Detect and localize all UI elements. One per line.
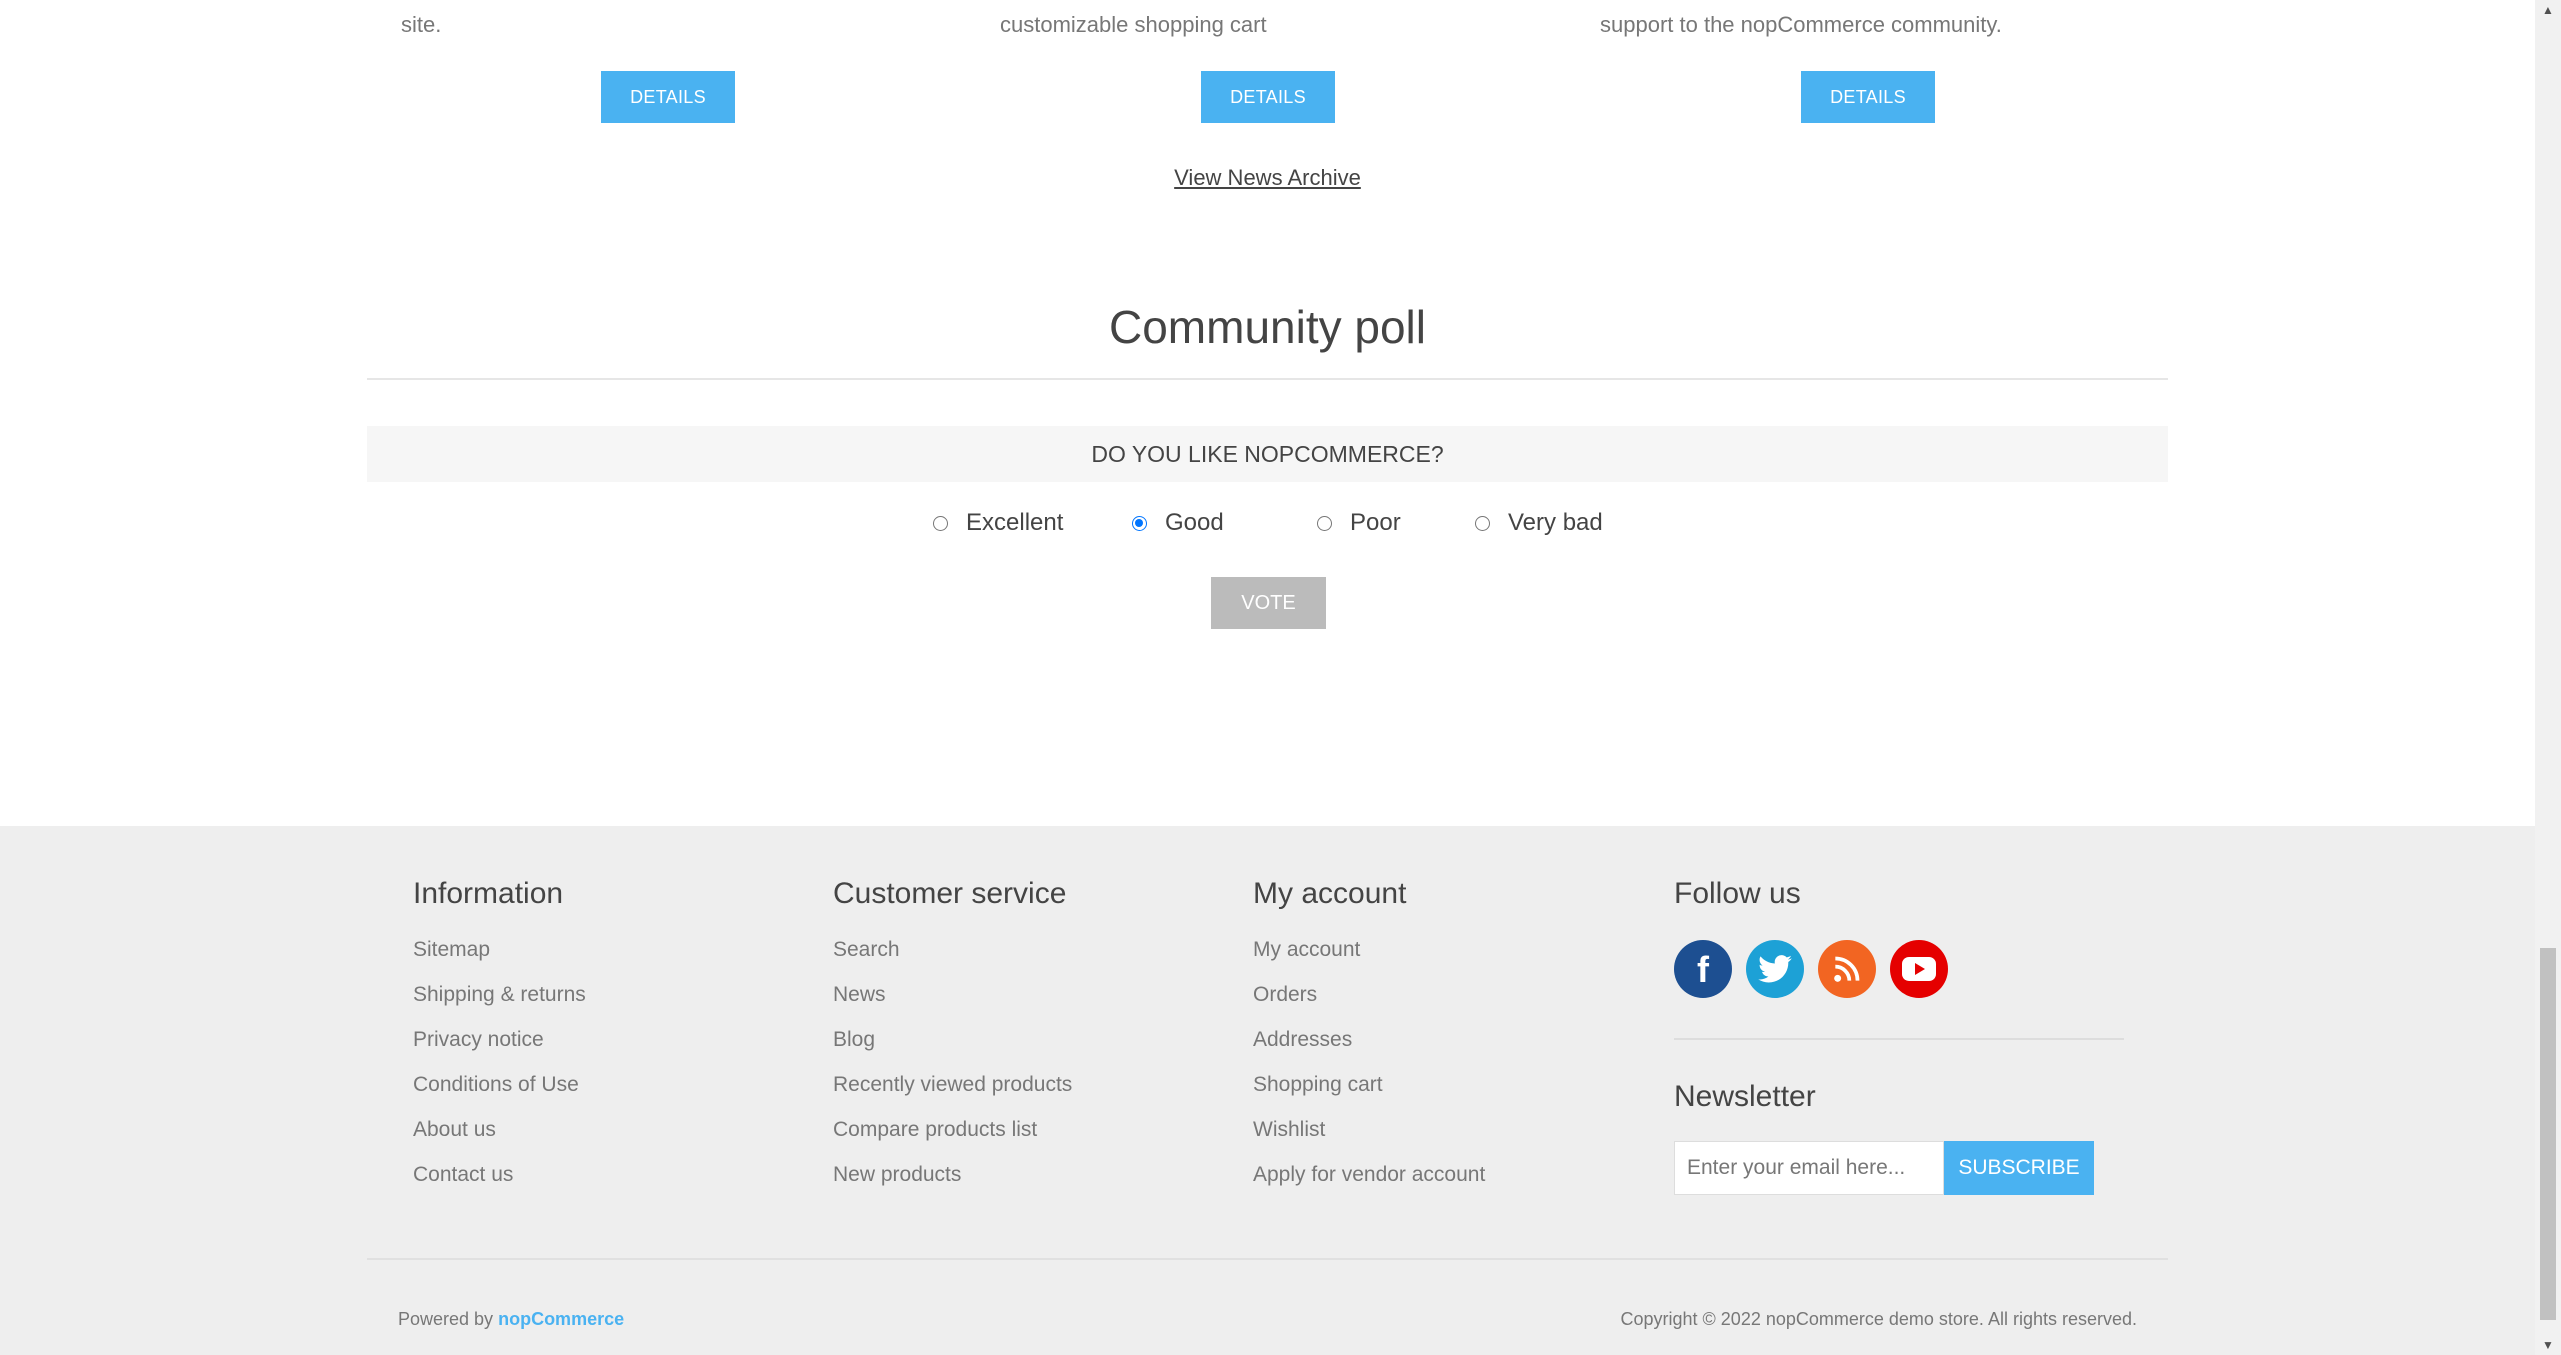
footer-link-contact-us[interactable]: Contact us	[413, 1163, 513, 1186]
news-archive-row: View News Archive	[0, 165, 2535, 191]
footer-link-search[interactable]: Search	[833, 938, 900, 961]
view-news-archive-link[interactable]: View News Archive	[1174, 165, 1361, 190]
scroll-thumb[interactable]	[2540, 948, 2556, 1320]
powered-by: Powered by nopCommerce	[398, 1309, 624, 1330]
radio-button[interactable]	[1317, 515, 1332, 531]
footer-link-about-us[interactable]: About us	[413, 1118, 496, 1141]
footer-link-addresses[interactable]: Addresses	[1253, 1028, 1352, 1051]
scroll-up-arrow-icon[interactable]: ▲	[2535, 0, 2561, 20]
footer-column-customer-service: Customer service Search News Blog Recent…	[833, 876, 1072, 1208]
news-details-button[interactable]: DETAILS	[1201, 71, 1335, 123]
radio-button-checked[interactable]	[1132, 515, 1147, 531]
rss-icon[interactable]	[1818, 940, 1876, 998]
copyright-text: Copyright © 2022 nopCommerce demo store.…	[1620, 1309, 2138, 1329]
footer-link-conditions-of-use[interactable]: Conditions of Use	[413, 1073, 579, 1096]
footer-link-privacy-notice[interactable]: Privacy notice	[413, 1028, 544, 1051]
powered-by-prefix: Powered by	[398, 1309, 494, 1329]
poll-option-poor[interactable]: Poor	[1317, 509, 1401, 537]
follow-divider	[1674, 1038, 2124, 1040]
newsletter-form: SUBSCRIBE	[1674, 1141, 2094, 1195]
footer-column-follow-us: Follow us f	[1674, 876, 1948, 998]
nopcommerce-link[interactable]: nopCommerce	[498, 1309, 624, 1329]
footer-column-information: Information Sitemap Shipping & returns P…	[413, 876, 586, 1208]
poll-title: Community poll	[1109, 301, 1426, 353]
footer-heading: Information	[413, 877, 564, 910]
footer-link-compare-products[interactable]: Compare products list	[833, 1118, 1037, 1141]
poll-divider	[367, 378, 2168, 380]
footer-link-shipping-returns[interactable]: Shipping & returns	[413, 983, 586, 1006]
facebook-icon[interactable]: f	[1674, 940, 1732, 998]
footer-heading: My account	[1253, 877, 1407, 910]
radio-button[interactable]	[933, 515, 948, 531]
twitter-icon[interactable]	[1746, 940, 1804, 998]
news-details-button[interactable]: DETAILS	[1801, 71, 1935, 123]
news-item-text: site.	[401, 12, 442, 37]
news-details-button[interactable]: DETAILS	[601, 71, 735, 123]
footer-link-blog[interactable]: Blog	[833, 1028, 875, 1051]
footer-link-news[interactable]: News	[833, 983, 886, 1006]
youtube-icon[interactable]	[1890, 940, 1948, 998]
poll-option-label: Good	[1165, 509, 1224, 536]
scroll-down-arrow-icon[interactable]: ▼	[2535, 1335, 2561, 1355]
vote-button[interactable]: VOTE	[1211, 577, 1326, 629]
news-item-text: support to the nopCommerce community.	[1600, 12, 2002, 37]
poll-question: DO YOU LIKE NOPCOMMERCE?	[367, 426, 2168, 482]
poll-option-label: Poor	[1350, 509, 1401, 536]
social-links: f	[1674, 940, 1948, 998]
footer-link-sitemap[interactable]: Sitemap	[413, 938, 490, 961]
footer-link-shopping-cart[interactable]: Shopping cart	[1253, 1073, 1383, 1096]
newsletter-email-input[interactable]	[1674, 1141, 1944, 1195]
vertical-scrollbar[interactable]: ▲ ▼	[2535, 0, 2561, 1355]
svg-text:f: f	[1697, 949, 1710, 990]
footer-heading: Customer service	[833, 877, 1067, 910]
poll-option-label: Excellent	[966, 509, 1064, 536]
footer-link-orders[interactable]: Orders	[1253, 983, 1317, 1006]
news-item-text: customizable shopping cart	[1000, 12, 1267, 37]
poll-option-very-bad[interactable]: Very bad	[1475, 509, 1603, 537]
footer-link-wishlist[interactable]: Wishlist	[1253, 1118, 1325, 1141]
footer-heading: Follow us	[1674, 877, 1801, 910]
poll-option-good[interactable]: Good	[1132, 509, 1224, 537]
poll-option-excellent[interactable]: Excellent	[933, 509, 1063, 537]
radio-button[interactable]	[1475, 515, 1490, 531]
page: site. customizable shopping cart support…	[0, 0, 2535, 1355]
footer-link-recently-viewed[interactable]: Recently viewed products	[833, 1073, 1072, 1096]
poll-options: Excellent Good Poor Very bad	[0, 509, 2535, 543]
footer-link-new-products[interactable]: New products	[833, 1163, 961, 1186]
footer-link-apply-vendor[interactable]: Apply for vendor account	[1253, 1163, 1485, 1186]
footer-link-my-account[interactable]: My account	[1253, 938, 1360, 961]
poll-option-label: Very bad	[1508, 509, 1603, 536]
newsletter-heading: Newsletter	[1674, 1080, 1816, 1113]
footer-bottom-divider	[367, 1258, 2168, 1260]
footer-column-my-account: My account My account Orders Addresses S…	[1253, 876, 1485, 1208]
subscribe-button[interactable]: SUBSCRIBE	[1944, 1141, 2094, 1195]
